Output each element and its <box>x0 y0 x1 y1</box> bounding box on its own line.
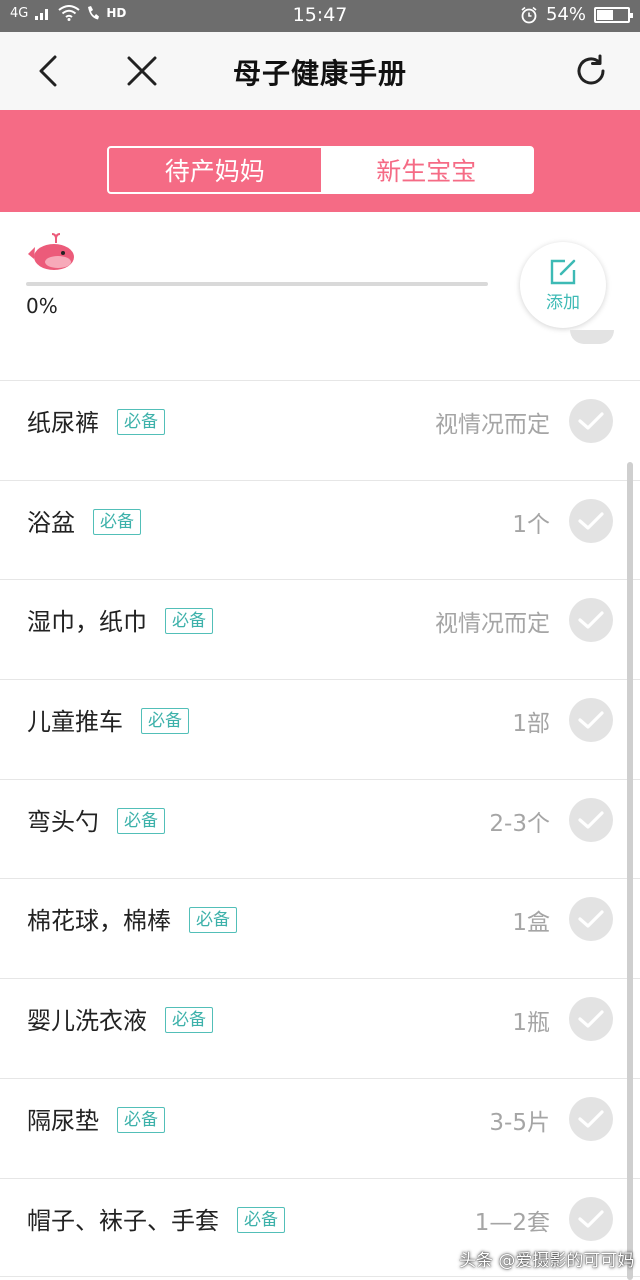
item-name-cell: 浴盆 必备 <box>27 503 141 538</box>
required-badge: 必备 <box>165 1007 213 1034</box>
required-badge: 必备 <box>93 508 141 535</box>
item-quantity: 1瓶 <box>512 1010 550 1037</box>
required-badge: 必备 <box>189 907 237 934</box>
check-button[interactable] <box>569 897 613 942</box>
refresh-icon <box>577 54 605 85</box>
item-name-cell: 儿童推车 必备 <box>27 702 189 737</box>
item-quantity: 1部 <box>512 711 550 738</box>
progress-percent: 0% <box>26 294 58 318</box>
check-icon <box>578 512 604 530</box>
check-button[interactable] <box>569 698 613 743</box>
check-button[interactable] <box>569 997 613 1042</box>
tab-banner: 待产妈妈 新生宝宝 <box>0 110 640 212</box>
watermark: 头条 @爱摄影的可可妈 <box>459 1251 635 1271</box>
alarm-icon <box>521 6 537 23</box>
list-item[interactable]: 隔尿垫 必备 3-5片 <box>0 1077 640 1178</box>
check-icon <box>578 611 604 629</box>
add-button-label: 添加 <box>546 292 580 313</box>
item-name-cell: 棉花球，棉棒 必备 <box>27 901 237 936</box>
partial-check-button <box>570 330 614 344</box>
check-icon <box>578 811 604 829</box>
nav-bar: 母子健康手册 <box>0 32 640 110</box>
list-item[interactable]: 浴盆 必备 1个 <box>0 479 640 580</box>
scrollbar[interactable] <box>627 462 633 1280</box>
status-bar: 4G HD 15:47 54% <box>0 0 640 32</box>
list-item[interactable]: 弯头勺 必备 2-3个 <box>0 778 640 879</box>
item-name: 婴儿洗衣液 <box>27 1007 147 1036</box>
list-item[interactable]: 湿巾，纸巾 必备 视情况而定 <box>0 579 640 680</box>
refresh-button[interactable] <box>569 49 613 93</box>
add-button[interactable]: 添加 <box>520 242 606 328</box>
item-name-cell: 湿巾，纸巾 必备 <box>27 602 213 637</box>
required-badge: 必备 <box>117 409 165 435</box>
check-icon <box>578 711 604 729</box>
check-icon <box>578 1010 604 1028</box>
tab-expectant-mom[interactable]: 待产妈妈 <box>109 148 321 192</box>
list-divider <box>0 1276 640 1280</box>
item-name: 隔尿垫 <box>27 1106 99 1135</box>
item-name: 浴盆 <box>27 508 75 537</box>
item-name: 弯头勺 <box>27 807 99 836</box>
list-item[interactable]: 棉花球，棉棒 必备 1盒 <box>0 878 640 979</box>
item-name: 湿巾，纸巾 <box>27 608 147 637</box>
item-name: 儿童推车 <box>27 708 123 737</box>
check-button[interactable] <box>569 797 613 842</box>
list-item[interactable]: 婴儿洗衣液 必备 1瓶 <box>0 978 640 1078</box>
segmented-control: 待产妈妈 新生宝宝 <box>107 146 534 194</box>
item-quantity: 3-5片 <box>489 1109 550 1136</box>
progress-section: 0% 添加 <box>0 212 640 340</box>
required-badge: 必备 <box>117 807 165 834</box>
item-name-cell: 婴儿洗衣液 必备 <box>27 1001 213 1036</box>
item-quantity: 1盒 <box>512 910 550 937</box>
page-title: 母子健康手册 <box>232 57 407 90</box>
check-button[interactable] <box>569 498 613 543</box>
list-item[interactable]: 纸尿裤 必备 视情况而定 <box>0 380 640 480</box>
item-name-cell: 帽子、袜子、手套 必备 <box>27 1201 285 1236</box>
check-button[interactable] <box>569 399 613 443</box>
progress-track <box>26 282 488 286</box>
check-icon <box>578 1110 604 1128</box>
battery-percent: 54% <box>545 4 586 25</box>
item-name-cell: 隔尿垫 必备 <box>27 1101 165 1136</box>
item-name: 棉花球，棉棒 <box>27 907 171 936</box>
item-quantity: 视情况而定 <box>435 412 550 438</box>
required-badge: 必备 <box>165 608 213 635</box>
check-icon <box>578 910 604 929</box>
whale-icon <box>28 233 74 270</box>
check-icon <box>578 1209 604 1228</box>
item-quantity: 1个 <box>512 511 550 538</box>
item-quantity: 1—2套 <box>474 1209 550 1236</box>
item-name-cell: 纸尿裤 必备 <box>27 403 165 438</box>
item-name-cell: 弯头勺 必备 <box>27 802 165 837</box>
item-list: 纸尿裤 必备 视情况而定 浴盆 必备 1个 湿巾，纸巾 必备 视情况而定 儿童推车 必备 1部 弯头勺必… <box>0 380 640 1278</box>
check-icon <box>578 412 604 430</box>
edit-icon <box>550 259 576 284</box>
item-name: 纸尿裤 <box>27 409 99 437</box>
required-badge: 必备 <box>117 1106 165 1133</box>
battery-icon <box>594 6 633 23</box>
list-item[interactable]: 儿童推车 必备 1部 <box>0 679 640 779</box>
item-name: 帽子、袜子、手套 <box>27 1206 219 1235</box>
battery-fill <box>597 9 614 20</box>
check-button[interactable] <box>569 1096 613 1141</box>
item-quantity: 视情况而定 <box>435 611 550 638</box>
status-right: 54% <box>520 4 633 25</box>
check-button[interactable] <box>569 1196 613 1241</box>
item-quantity: 2-3个 <box>489 810 550 837</box>
check-button[interactable] <box>569 598 613 643</box>
required-badge: 必备 <box>237 1206 285 1233</box>
tab-newborn-baby[interactable]: 新生宝宝 <box>320 148 532 192</box>
required-badge: 必备 <box>141 708 189 735</box>
